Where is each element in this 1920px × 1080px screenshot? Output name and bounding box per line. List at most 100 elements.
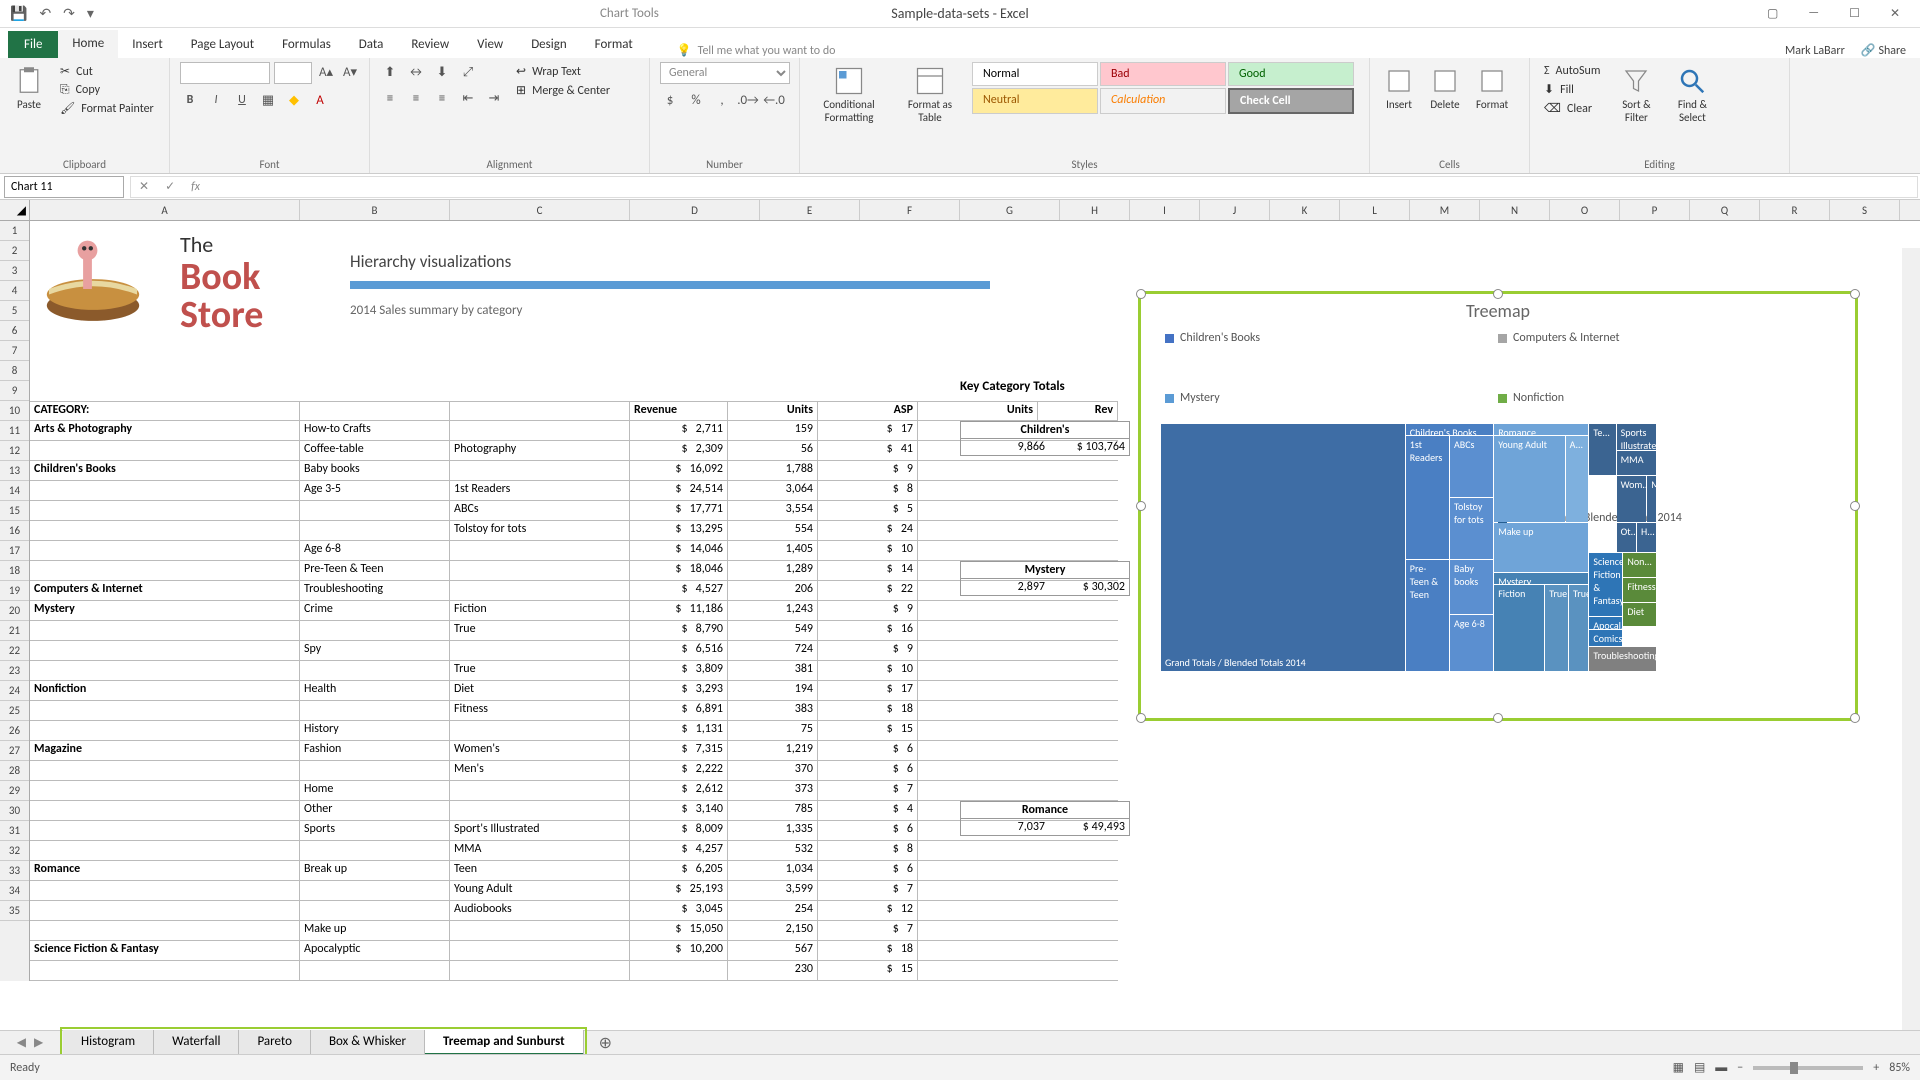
row-header[interactable]: 9 [0, 381, 29, 401]
column-header[interactable]: F [860, 200, 960, 220]
resize-handle[interactable] [1136, 501, 1146, 511]
row-header[interactable]: 20 [0, 601, 29, 621]
sheet-tab-treemap-and-sunburst[interactable]: Treemap and Sunburst [425, 1030, 584, 1056]
font-combo[interactable] [180, 62, 270, 84]
horizontal-scrollbar[interactable] [1160, 1036, 1900, 1054]
row-header[interactable]: 35 [0, 901, 29, 921]
tab-review[interactable]: Review [397, 31, 463, 58]
treemap-block[interactable]: True [1569, 585, 1588, 671]
row-header[interactable]: 10 [0, 401, 29, 421]
zoom-in-icon[interactable]: + [1873, 1061, 1879, 1075]
conditional-formatting-button[interactable]: Conditional Formatting [810, 62, 888, 128]
align-bottom-icon[interactable]: ⬇ [432, 62, 452, 82]
format-painter-button[interactable]: 🖌Format Painter [56, 99, 158, 118]
select-all-corner[interactable]: ◢ [0, 200, 30, 220]
treemap-block[interactable]: Te... [1589, 424, 1615, 475]
row-header[interactable]: 17 [0, 541, 29, 561]
align-left-icon[interactable]: ≡ [380, 88, 400, 108]
treemap-block[interactable]: 1st Readers [1406, 436, 1449, 559]
user-name[interactable]: Mark LaBarr [1785, 44, 1845, 58]
resize-handle[interactable] [1493, 289, 1503, 299]
column-header[interactable]: O [1550, 200, 1620, 220]
font-color-button[interactable]: A [310, 90, 330, 110]
close-icon[interactable]: ✕ [1890, 6, 1900, 21]
column-header[interactable]: H [1060, 200, 1130, 220]
zoom-out-icon[interactable]: − [1737, 1061, 1743, 1075]
sheet-tab-pareto[interactable]: Pareto [239, 1030, 311, 1056]
tab-format[interactable]: Format [581, 31, 647, 58]
orientation-icon[interactable]: ⤢ [458, 62, 478, 82]
tab-design[interactable]: Design [517, 31, 580, 58]
treemap-block[interactable]: Non... [1623, 553, 1656, 577]
format-as-table-button[interactable]: Format as Table [896, 62, 964, 128]
cell-style-bad[interactable]: Bad [1100, 62, 1226, 86]
row-header[interactable]: 2 [0, 241, 29, 261]
row-header[interactable]: 28 [0, 761, 29, 781]
row-header[interactable]: 15 [0, 501, 29, 521]
treemap-block[interactable]: H... [1637, 523, 1656, 552]
zoom-slider[interactable] [1753, 1066, 1863, 1070]
row-header[interactable]: 7 [0, 341, 29, 361]
align-right-icon[interactable]: ≡ [432, 88, 452, 108]
column-header[interactable]: M [1410, 200, 1480, 220]
treemap-block[interactable]: A... [1566, 436, 1589, 522]
column-header[interactable]: A [30, 200, 300, 220]
decrease-font-icon[interactable]: A▾ [340, 62, 360, 82]
column-header[interactable]: N [1480, 200, 1550, 220]
size-combo[interactable] [274, 62, 312, 84]
row-header[interactable]: 27 [0, 741, 29, 761]
treemap-block[interactable]: Apocal... [1589, 617, 1622, 628]
row-header[interactable]: 31 [0, 821, 29, 841]
increase-font-icon[interactable]: A▴ [316, 62, 336, 82]
minimize-icon[interactable]: — [1808, 6, 1819, 21]
treemap-block[interactable]: Sports Illustrated [1617, 424, 1657, 450]
treemap-block[interactable]: Wom... [1617, 476, 1647, 522]
row-header[interactable]: 1 [0, 221, 29, 241]
cell-style-calculation[interactable]: Calculation [1100, 88, 1226, 114]
worksheet-grid[interactable]: 1234567891011121314151617181920212223242… [0, 221, 1920, 981]
chart-title[interactable]: Treemap [1141, 294, 1855, 328]
treemap-block[interactable]: Fiction [1494, 585, 1544, 671]
tab-home[interactable]: Home [58, 30, 118, 58]
cell-style-neutral[interactable]: Neutral [972, 88, 1098, 114]
merge-center-button[interactable]: ⊞Merge & Center [512, 81, 614, 100]
treemap-block[interactable]: Make up [1494, 523, 1588, 572]
clear-button[interactable]: ⌫Clear [1540, 99, 1604, 118]
cell-style-good[interactable]: Good [1228, 62, 1354, 86]
legend-item[interactable]: Children's Books [1165, 328, 1498, 348]
tab-view[interactable]: View [463, 31, 517, 58]
row-header[interactable]: 21 [0, 621, 29, 641]
underline-button[interactable]: U [232, 90, 252, 110]
align-middle-icon[interactable]: ↔ [406, 62, 426, 82]
currency-icon[interactable]: $ [660, 90, 680, 110]
enter-formula-icon[interactable]: ✓ [165, 179, 175, 194]
resize-handle[interactable] [1850, 289, 1860, 299]
cell-style-normal[interactable]: Normal [972, 62, 1098, 86]
insert-cells-button[interactable]: Insert [1380, 62, 1418, 115]
legend-item[interactable]: Computers & Internet [1498, 328, 1831, 348]
tab-page-layout[interactable]: Page Layout [177, 31, 268, 58]
inc-decimal-icon[interactable]: .0→ [738, 90, 758, 110]
comma-icon[interactable]: , [712, 90, 732, 110]
legend-item[interactable]: Mystery [1165, 388, 1498, 408]
zoom-level[interactable]: 85% [1889, 1061, 1910, 1075]
share-button[interactable]: 🔗 Share [1861, 43, 1906, 58]
redo-icon[interactable]: ↷ [63, 5, 75, 22]
treemap-block[interactable]: Ot... [1617, 523, 1636, 552]
border-button[interactable]: ▦ [258, 90, 278, 110]
treemap-block[interactable]: Diet [1623, 603, 1656, 627]
row-header[interactable]: 23 [0, 661, 29, 681]
indent-inc-icon[interactable]: ⇥ [484, 88, 504, 108]
row-header[interactable]: 19 [0, 581, 29, 601]
fx-icon[interactable]: fx [191, 180, 200, 194]
column-header[interactable]: I [1130, 200, 1200, 220]
tab-insert[interactable]: Insert [118, 31, 177, 58]
row-header[interactable]: 18 [0, 561, 29, 581]
row-header[interactable]: 33 [0, 861, 29, 881]
column-header[interactable]: L [1340, 200, 1410, 220]
row-header[interactable]: 4 [0, 281, 29, 301]
treemap-chart[interactable]: Treemap Children's BooksComputers & Inte… [1138, 291, 1858, 721]
fill-button[interactable]: ⬇Fill [1540, 80, 1604, 99]
treemap-block[interactable]: MMA [1617, 451, 1657, 475]
cut-button[interactable]: ✂Cut [56, 62, 158, 81]
